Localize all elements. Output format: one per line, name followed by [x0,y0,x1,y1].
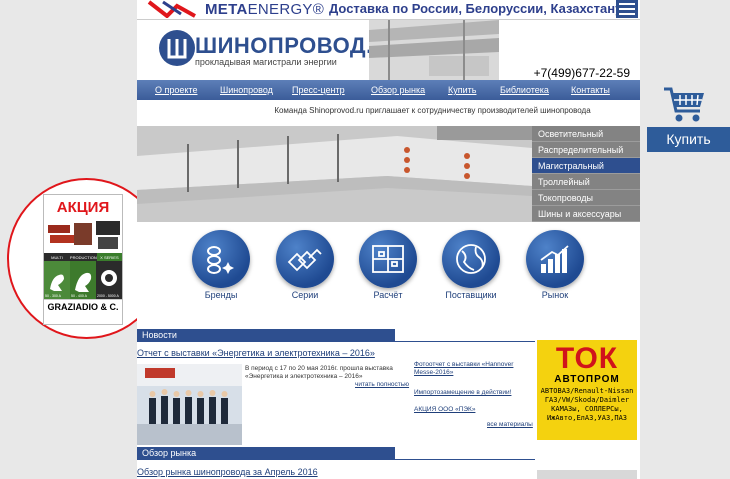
promo-title: АКЦИЯ [56,199,110,216]
side-news-import-substitution[interactable]: Импортозамещение в действии! [414,389,534,397]
tok-ad-title: ТОК [555,342,619,375]
feature-suppliers[interactable]: Поставщики [437,230,505,300]
category-current-conductors[interactable]: Токопроводы [532,190,640,206]
meta-energy-logo-text: METAENERGY® [205,1,324,18]
lion-icon: 2000 - 5000 A [96,261,122,299]
nav-contacts[interactable]: Контакты [571,85,610,95]
nav-press-center[interactable]: Пресс-центр [292,85,345,95]
market-review-section-title: Обзор рынка [137,447,395,460]
kangaroo-icon: 50 - 300 A [44,261,70,299]
hero-busway-photo [137,126,532,222]
side-news-hannover[interactable]: Фотоотчет с выставки «Hannover Messe-201… [414,361,534,377]
delivery-text: Доставка по России, Белоруссии, Казахста… [329,1,623,16]
category-lighting[interactable]: Осветительный [532,126,640,142]
site-logo-icon[interactable] [159,30,195,66]
side-news-pek-promo[interactable]: АКЦИЯ ООО «ПЭК» [414,406,534,414]
shopping-cart-icon[interactable] [662,85,706,125]
nav-library[interactable]: Библиотека [500,85,549,95]
ad-placeholder [537,470,637,479]
bar-chart-icon [526,230,584,288]
market-label: Рынок [541,290,569,300]
feature-calculation[interactable]: Расчёт [354,230,422,300]
meta-energy-logo-icon [147,0,196,18]
header-busway-photo [369,20,499,80]
promo-brand-logo: GRAZIADIO & C. [44,299,122,314]
read-more-link[interactable]: читать полностью [355,381,409,388]
meta-energy-banner[interactable]: METAENERGY® Доставка по России, Белорусс… [137,0,640,20]
calculation-label: Расчёт [373,290,403,300]
brands-label: Бренды [204,290,238,300]
tok-ad-subtitle: АВТОПРОМ [554,374,620,385]
promo-series-x: X SERIES [96,253,122,261]
tok-ad-line: ИжАвто,ЕлАЗ,УАЗ,ПАЗ [546,414,628,422]
nav-about[interactable]: О проекте [155,85,197,95]
promo-rating-2: 50 - 400 A [71,294,87,298]
globe-icon [442,230,500,288]
category-trolley[interactable]: Троллейный [532,174,640,190]
suppliers-label: Поставщики [445,290,497,300]
news-headline-link[interactable]: Отчет с выставки «Энергетика и электроте… [137,348,375,358]
kangaroo-large-icon: 50 - 400 A [70,261,96,299]
category-bars-accessories[interactable]: Шины и аксессуары [532,206,640,222]
market-review-headline-link[interactable]: Обзор рынка шинопровода за Апрель 2016 [137,467,318,477]
series-label: Серии [291,290,319,300]
series-icon [276,230,334,288]
site-tagline: прокладывая магистрали энергии [195,57,337,67]
promo-banner[interactable]: АКЦИЯ MULTI CONDUCTOR PRODUCTION X SERIE… [43,194,123,325]
tok-ad-line: КАМАЗы, СОЛЛЕРСы, [551,405,623,413]
tok-avtoprom-ad[interactable]: ТОК АВТОПРОМ АВТОВАЗ/Renault-Nissan ГАЗ/… [537,340,637,440]
promo-rating-1: 50 - 300 A [45,294,61,298]
tok-ad-line: АВТОВАЗ/Renault-Nissan [540,387,634,395]
phone-number[interactable]: +7(499)677-22-59 [534,66,630,80]
tok-ad-line: ГАЗ/VW/Skoda/Daimler [544,396,630,404]
main-nav: О проекте Шинопровод Пресс-центр Обзор р… [137,80,640,100]
promo-products-image [44,219,122,253]
feature-icons: Бренды Серии Расчёт Поставщики Рынок [137,228,640,308]
feature-series[interactable]: Серии [271,230,339,300]
nav-market-review[interactable]: Обзор рынка [371,85,425,95]
meta-word: META [205,1,248,18]
news-section-title: Новости [137,329,395,342]
news-summary: В период с 17 по 20 мая 2016г. прошла вы… [245,365,393,380]
tok-ad-brand-list: АВТОВАЗ/Renault-Nissan ГАЗ/VW/Skoda/Daim… [537,387,637,423]
nav-buy[interactable]: Купить [448,85,476,95]
all-materials-link[interactable]: все материалы [487,421,533,428]
site-header: ШИНОПРОВОД.РУ прокладывая магистрали эне… [137,20,640,80]
promo-animals: 50 - 300 A 50 - 400 A 2000 - 5000 A [44,261,122,299]
energy-word: ENERGY® [247,1,325,18]
promo-series-strip: MULTI CONDUCTOR PRODUCTION X SERIES [44,253,122,265]
promo-rating-3: 2000 - 5000 A [97,294,119,298]
nav-busway[interactable]: Шинопровод [220,85,273,95]
partner-invitation: Команда Shinoprovod.ru приглашает к сотр… [274,106,591,115]
buy-button[interactable]: Купить [647,127,730,152]
category-main[interactable]: Магистральный [532,158,640,174]
brands-icon [192,230,250,288]
news-photo[interactable] [137,364,242,445]
menu-hamburger-icon[interactable] [616,0,638,18]
feature-market[interactable]: Рынок [521,230,589,300]
promo-series-production: PRODUCTION [69,253,97,261]
calculation-icon [359,230,417,288]
category-distribution[interactable]: Распределительный [532,142,640,158]
promo-series-multi: MULTI CONDUCTOR [44,253,70,265]
main-page: METAENERGY® Доставка по России, Белорусс… [137,0,640,479]
busway-categories: Осветительный Распределительный Магистра… [532,126,640,222]
feature-brands[interactable]: Бренды [187,230,255,300]
